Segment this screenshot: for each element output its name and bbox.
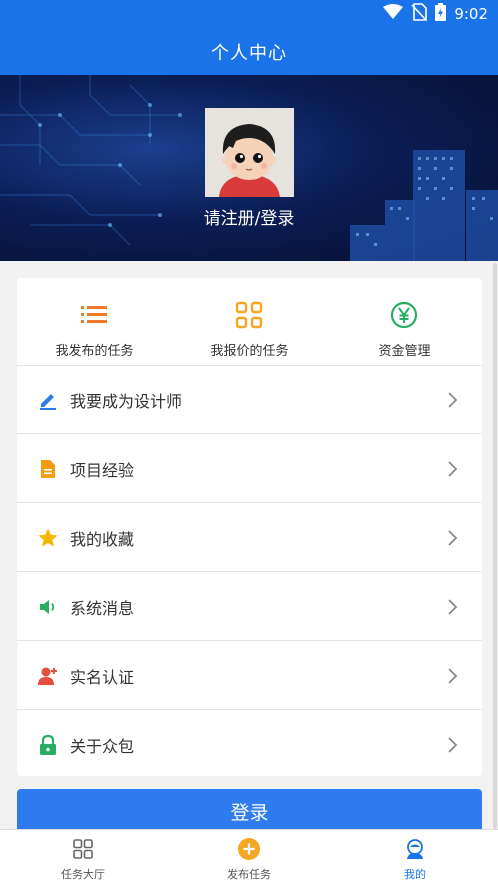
avatar[interactable] [205,108,294,197]
yuan-icon [389,300,419,330]
user-icon [404,838,426,860]
menu-item-label: 关于众包 [70,737,135,756]
grid-icon [234,300,264,330]
list-icon [79,300,109,330]
chevron-right-icon [446,458,460,480]
wifi-icon [383,4,404,24]
pencil-icon [37,389,59,411]
nav-label: 发布任务 [227,868,271,881]
chevron-right-icon [446,665,460,687]
no-sim-icon [411,3,428,25]
real-name-verification-item[interactable]: 实名认证 [17,642,482,710]
plus-circle-icon [238,838,260,860]
scrollbar[interactable] [493,263,497,829]
speaker-icon [37,596,59,618]
quick-action-label: 资金管理 [378,344,431,359]
chevron-right-icon [446,596,460,618]
my-quoted-tasks-button[interactable]: 我报价的任务 [172,278,327,366]
about-crowdsourcing-item[interactable]: 关于众包 [17,711,482,779]
chevron-right-icon [446,389,460,411]
page-title: 个人中心 [211,42,287,64]
star-icon [37,527,59,549]
cartoon-avatar-image [205,108,294,197]
menu-item-label: 系统消息 [70,599,135,618]
fund-management-button[interactable]: 资金管理 [327,278,482,366]
menu-item-label: 项目经验 [70,461,135,480]
nav-task-hall[interactable]: 任务大厅 [0,830,166,885]
nav-label: 任务大厅 [61,868,105,881]
chevron-right-icon [446,734,460,756]
add-user-icon [37,665,59,687]
status-time: 9:02 [454,5,488,23]
nav-mine[interactable]: 我的 [332,830,498,885]
login-button[interactable]: 登录 [17,789,482,833]
nav-label: 我的 [404,868,426,881]
document-icon [37,458,59,480]
app-bar: 个人中心 [0,28,498,75]
menu-item-label: 我要成为设计师 [70,392,183,411]
bottom-navigation: 任务大厅 发布任务 我的 [0,829,498,885]
my-published-tasks-button[interactable]: 我发布的任务 [17,278,172,366]
profile-menu-card: 我发布的任务 我报价的任务 资金管理 我要成为设计师 项目经验 我的收藏 系统消… [17,278,482,776]
status-bar: 9:02 [0,0,498,28]
quick-action-label: 我报价的任务 [210,344,289,359]
my-favorites-item[interactable]: 我的收藏 [17,504,482,572]
register-login-link[interactable]: 请注册/登录 [0,204,498,229]
battery-charging-icon [435,3,447,25]
nav-publish-task[interactable]: 发布任务 [166,830,332,885]
quick-action-label: 我发布的任务 [55,344,134,359]
become-designer-item[interactable]: 我要成为设计师 [17,366,482,434]
lock-icon [37,734,59,756]
menu-item-label: 实名认证 [70,668,135,687]
quick-actions: 我发布的任务 我报价的任务 资金管理 [17,278,482,366]
grid-icon [72,838,94,860]
system-messages-item[interactable]: 系统消息 [17,573,482,641]
chevron-right-icon [446,527,460,549]
menu-item-label: 我的收藏 [70,530,135,549]
project-experience-item[interactable]: 项目经验 [17,435,482,503]
